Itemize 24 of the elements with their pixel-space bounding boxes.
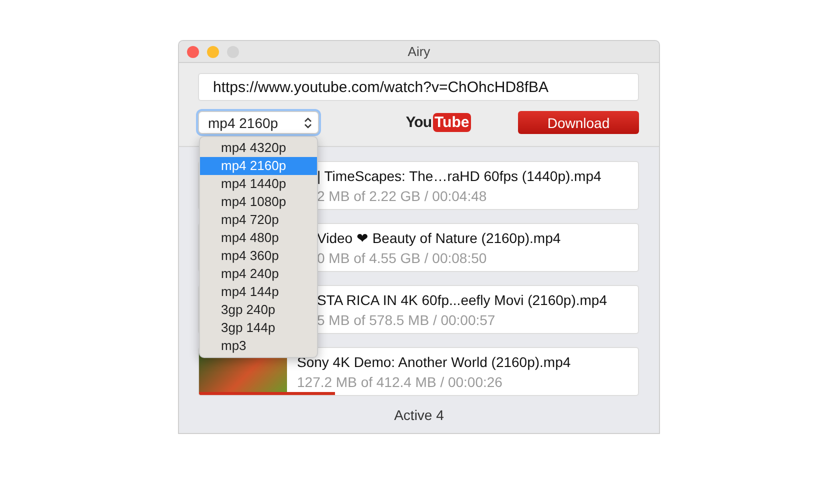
menu-item[interactable]: mp4 144p — [200, 283, 317, 301]
close-icon[interactable] — [187, 46, 199, 58]
format-select[interactable]: mp4 2160p — [198, 111, 319, 134]
menu-item[interactable]: mp4 1080p — [200, 193, 317, 211]
menu-item[interactable]: mp4 1440p — [200, 175, 317, 193]
progress-text: 127.2 MB of 412.4 MB / 00:00:26 — [297, 374, 504, 390]
video-site-logo: You Tube — [406, 113, 472, 132]
minimize-icon[interactable] — [207, 46, 219, 58]
chevron-updown-icon — [304, 116, 312, 128]
menu-item[interactable]: mp4 4320p — [200, 139, 317, 157]
window-title: Airy — [408, 44, 430, 59]
menu-item[interactable]: 3gp 240p — [200, 301, 317, 319]
file-name: Sony 4K Demo: Another World (2160p).mp4 — [297, 354, 571, 370]
progress-text: 5 MB of 578.5 MB / 00:00:57 — [317, 312, 496, 328]
menu-item[interactable]: mp4 360p — [200, 247, 317, 265]
download-button[interactable]: Download — [518, 111, 639, 134]
url-field[interactable]: https://www.youtube.com/watch?v=ChOhcHD8fBA — [198, 73, 639, 101]
file-name: STA RICA IN 4K 60fp...eefly Movi (2160p).mp4 — [317, 292, 607, 308]
file-name: | TimeScapes: The…raHD 60fps (1440p).mp4 — [317, 168, 602, 184]
status-text: Active 4 — [394, 407, 444, 423]
file-name: Video ❤ Beauty of Nature (2160p).mp4 — [317, 230, 561, 246]
menu-item[interactable]: 3gp 144p — [200, 319, 317, 337]
menu-item[interactable]: mp4 480p — [200, 229, 317, 247]
progress-text: 2 MB of 2.22 GB / 00:04:48 — [317, 188, 488, 204]
